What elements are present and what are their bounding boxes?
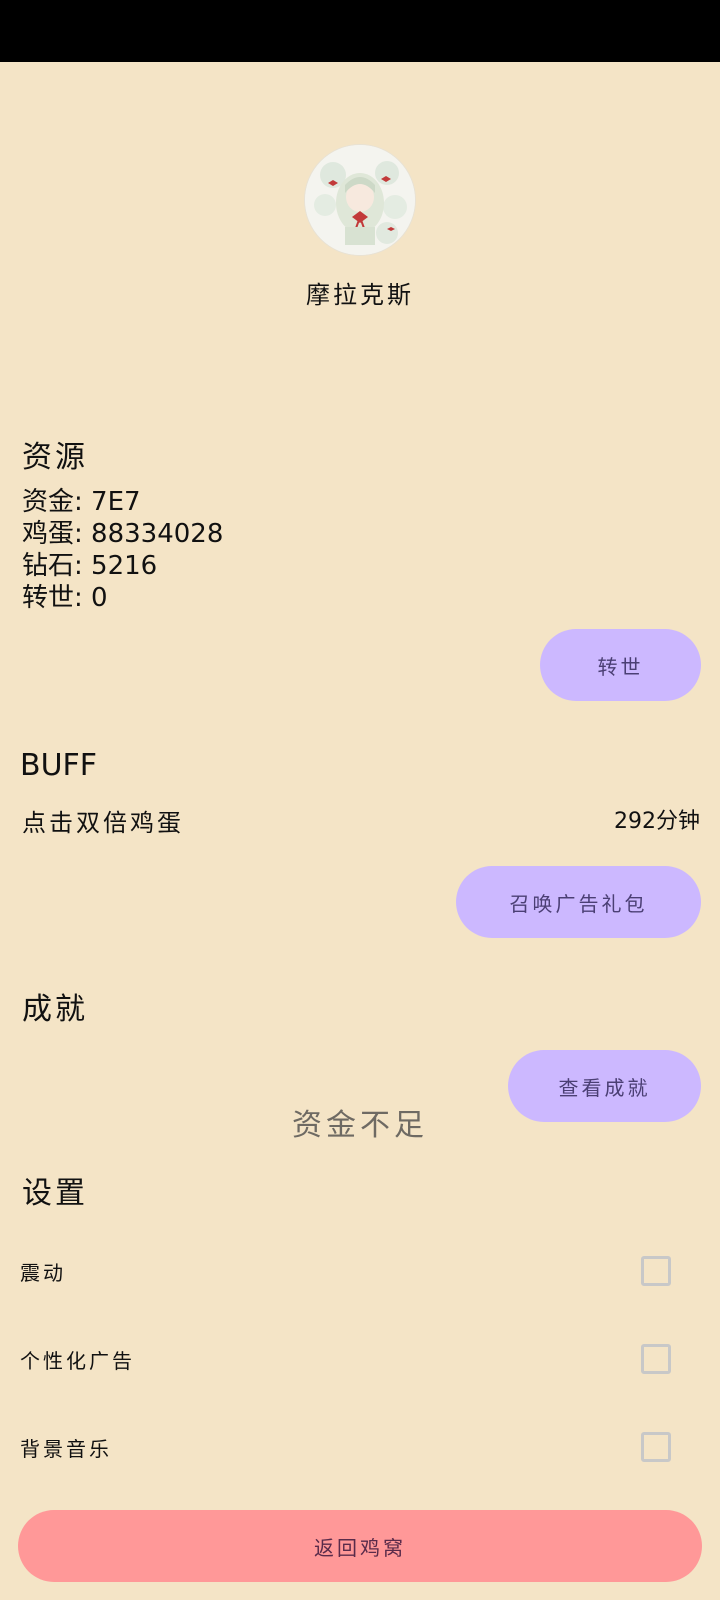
avatar[interactable]: [305, 145, 415, 255]
setting-personalized-ads-label: 个性化广告: [20, 1349, 135, 1373]
return-to-coop-button[interactable]: 返回鸡窝: [18, 1510, 702, 1582]
diamonds-stat: 钻石: 5216: [22, 551, 158, 581]
toast-message: 资金不足: [292, 1108, 428, 1143]
setting-vibration-label: 震动: [20, 1261, 66, 1285]
setting-background-music-label: 背景音乐: [20, 1437, 112, 1461]
settings-title: 设置: [22, 1176, 88, 1211]
resources-title: 资源: [22, 440, 88, 475]
buff-duration: 292分钟: [614, 809, 700, 834]
summon-ad-gift-button[interactable]: 召唤广告礼包: [456, 866, 701, 938]
achievements-title: 成就: [22, 992, 88, 1027]
buff-label: 点击双倍鸡蛋: [22, 809, 184, 837]
background-music-checkbox[interactable]: [641, 1432, 671, 1462]
eggs-stat: 鸡蛋: 88334028: [22, 519, 224, 549]
rebirth-button[interactable]: 转世: [540, 629, 701, 701]
anime-girl-avatar-icon: [305, 145, 415, 255]
vibration-checkbox[interactable]: [641, 1256, 671, 1286]
funds-stat: 资金: 7E7: [22, 487, 141, 517]
status-bar: [0, 0, 720, 62]
username: 摩拉克斯: [306, 281, 414, 309]
buff-title: BUFF: [20, 748, 98, 783]
rebirths-stat: 转世: 0: [22, 583, 108, 613]
personalized-ads-checkbox[interactable]: [641, 1344, 671, 1374]
